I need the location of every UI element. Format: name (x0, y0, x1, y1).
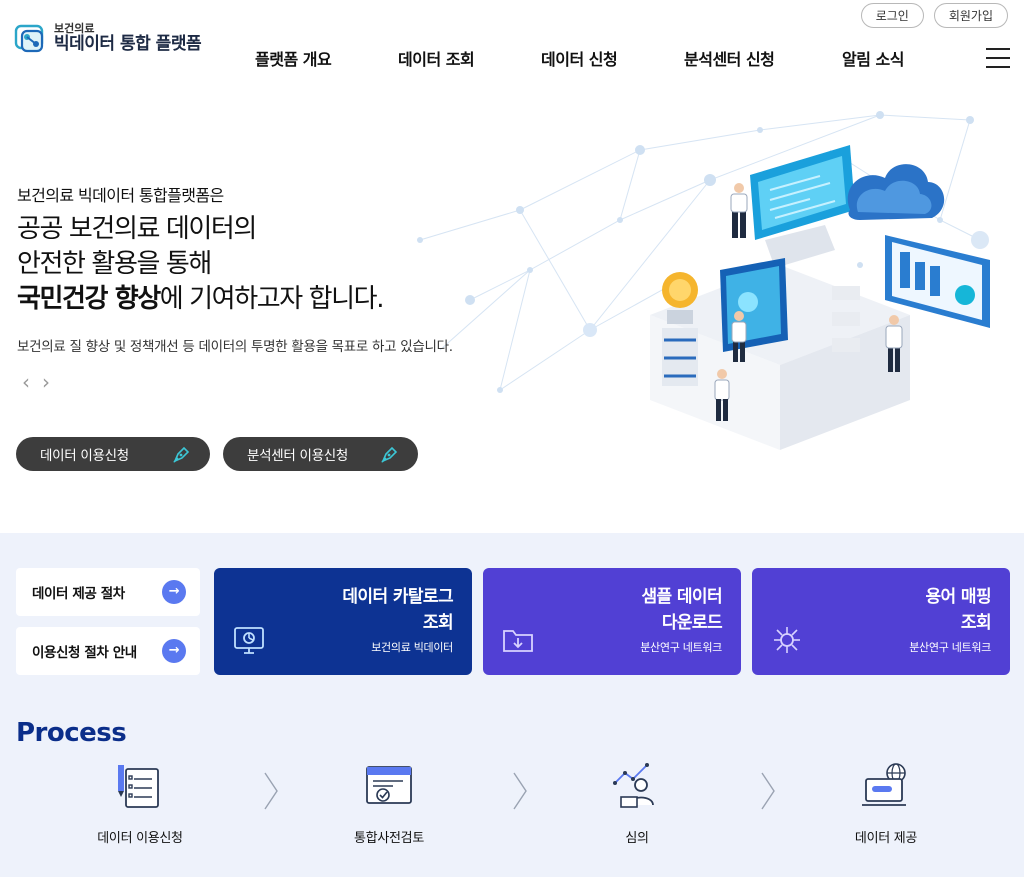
card-title-line1: 데이터 카탈로그 (342, 587, 453, 607)
chevron-right-icon (761, 772, 775, 810)
data-provision-process-link[interactable]: 데이터 제공 절차 → (16, 568, 200, 616)
site-header: 보건의료 빅데이터 통합 플랫폼 로그인 회원가입 플랫폼 개요 데이터 조회 … (0, 0, 1024, 90)
nav-data-search[interactable]: 데이터 조회 (398, 46, 475, 70)
logo-title: 빅데이터 통합 플랫폼 (54, 33, 202, 54)
card-title: 데이터 카탈로그 조회 (342, 584, 453, 636)
process-step-preliminary-review: 통합사전검토 (309, 761, 469, 846)
chevron-left-icon[interactable]: ‹ (22, 372, 30, 392)
card-subtitle: 보건의료 빅데이터 (371, 641, 453, 654)
hamburger-icon[interactable] (986, 48, 1010, 68)
login-link[interactable]: 로그인 (860, 3, 924, 28)
nav-data-request[interactable]: 데이터 신청 (541, 46, 618, 70)
pen-icon (173, 446, 190, 463)
quick-links-section: 데이터 제공 절차 → 이용신청 절차 안내 → 데이터 카탈로그 조회 보건의… (0, 533, 1024, 877)
arrow-right-icon: → (162, 639, 186, 663)
analysis-center-button-label: 분석센터 이용신청 (247, 448, 348, 464)
hero-headline-1: 공공 보건의료 데이터의 (17, 214, 257, 244)
site-logo[interactable]: 보건의료 빅데이터 통합 플랫폼 (14, 21, 202, 54)
server-globe-icon (862, 763, 906, 806)
logo-small-text: 보건의료 (54, 21, 95, 35)
process-step-label: 심의 (625, 831, 649, 846)
hero-description: 보건의료 질 향상 및 정책개선 등 데이터의 투명한 활용을 목표로 하고 있… (17, 339, 453, 355)
chevron-right-icon (513, 772, 527, 810)
hero-headline-2: 안전한 활용을 통해 (17, 249, 212, 279)
process-title: Process (16, 718, 127, 748)
card-title-line2: 조회 (422, 613, 454, 633)
process-step-label: 데이터 제공 (854, 831, 918, 846)
data-request-button-label: 데이터 이용신청 (40, 448, 129, 464)
process-step-label: 데이터 이용신청 (97, 831, 183, 846)
card-title-line2: 다운로드 (661, 613, 723, 633)
signup-link[interactable]: 회원가입 (933, 3, 1008, 28)
card-term-mapping[interactable]: 용어 매핑 조회 분산연구 네트워크 (752, 568, 1010, 675)
folder-download-icon (503, 630, 533, 652)
hero-headline-3: 국민건강 향상에 기여하고자 합니다. (17, 282, 385, 317)
checklist-icon (118, 765, 159, 808)
hero-headline-strong: 국민건강 향상 (17, 284, 161, 314)
chevron-right-icon[interactable]: › (42, 372, 50, 392)
card-title-line1: 샘플 데이터 (641, 587, 722, 607)
request-process-guide-link[interactable]: 이용신청 절차 안내 → (16, 627, 200, 675)
network-mapping-icon (774, 627, 800, 653)
card-subtitle: 분산연구 네트워크 (640, 641, 722, 654)
side-link-label: 이용신청 절차 안내 (32, 645, 137, 661)
nav-notice[interactable]: 알림 소식 (842, 46, 904, 70)
process-step-data-provision: 데이터 제공 (806, 761, 966, 846)
hero-copy: 보건의료 빅데이터 통합플랫폼은 공공 보건의료 데이터의 안전한 활용을 통해… (17, 182, 385, 317)
hero-illustration (417, 111, 990, 450)
card-title-line2: 조회 (960, 613, 992, 633)
hero-headline-rest: 에 기여하고자 합니다. (159, 284, 385, 314)
process-step-deliberation: 심의 (557, 761, 717, 846)
review-person-icon (613, 763, 654, 808)
card-title: 용어 매핑 조회 (925, 584, 992, 636)
hero-section: 보건의료 빅데이터 통합플랫폼은 공공 보건의료 데이터의 안전한 활용을 통해… (0, 90, 1024, 533)
monitor-chart-icon (234, 627, 264, 654)
browser-check-icon (366, 766, 412, 804)
side-link-label: 데이터 제공 절차 (32, 586, 125, 602)
analysis-center-request-button[interactable]: 분석센터 이용신청 (223, 437, 418, 471)
nav-analysis-center[interactable]: 분석센터 신청 (684, 46, 775, 70)
arrow-right-icon: → (162, 580, 186, 604)
pen-icon (381, 446, 398, 463)
data-request-button[interactable]: 데이터 이용신청 (16, 437, 210, 471)
card-sample-data[interactable]: 샘플 데이터 다운로드 분산연구 네트워크 (483, 568, 741, 675)
card-title: 샘플 데이터 다운로드 (641, 584, 722, 636)
card-subtitle: 분산연구 네트워크 (909, 641, 991, 654)
card-data-catalog[interactable]: 데이터 카탈로그 조회 보건의료 빅데이터 (214, 568, 472, 675)
card-title-line1: 용어 매핑 (925, 587, 992, 607)
process-step-data-request: 데이터 이용신청 (60, 761, 220, 846)
nav-platform-overview[interactable]: 플랫폼 개요 (255, 46, 332, 70)
hero-kicker: 보건의료 빅데이터 통합플랫폼은 (17, 186, 224, 205)
logo-icon (14, 24, 44, 53)
process-step-label: 통합사전검토 (354, 831, 424, 846)
chevron-right-icon (264, 772, 278, 810)
